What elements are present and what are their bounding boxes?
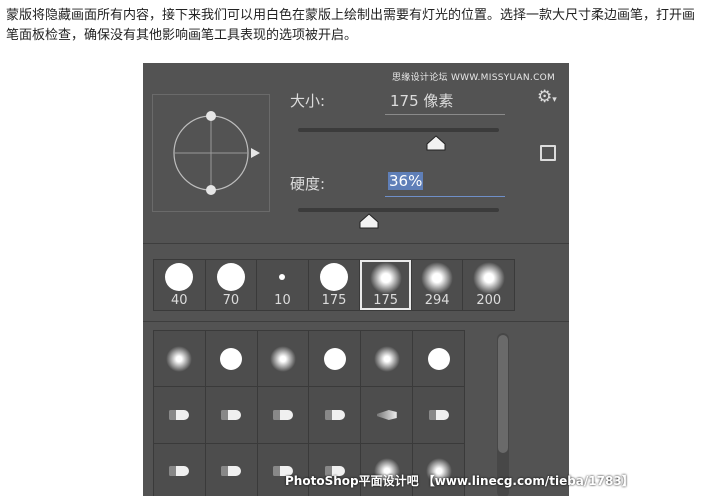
hard-brush-icon <box>427 347 450 370</box>
brush-tip-icon <box>369 262 402 294</box>
brush-library-item[interactable] <box>309 387 361 443</box>
bristle-tip-icon <box>169 466 190 477</box>
new-preset-icon[interactable] <box>540 145 556 161</box>
hardness-slider-thumb[interactable] <box>359 213 379 229</box>
brush-preset[interactable]: 200 <box>463 260 515 310</box>
brush-library-item[interactable] <box>257 331 309 387</box>
brush-library-item[interactable] <box>154 387 205 443</box>
watermark-bottom: PhotoShop平面设计吧 【www.linecg.com/tieba/178… <box>285 474 634 488</box>
brush-settings-panel: 大小: 175 像素 硬度: 36% ⚙▾ 40 70 10 175 175 294 200 <box>143 63 569 496</box>
brush-preset-size: 10 <box>274 293 291 308</box>
brush-library-item[interactable] <box>205 443 257 496</box>
bristle-tip-icon <box>169 409 190 420</box>
brush-tip-icon <box>216 263 245 291</box>
scrollbar-thumb[interactable] <box>498 335 508 453</box>
brush-preset-size: 70 <box>222 293 240 308</box>
brush-roundness-icon[interactable] <box>153 95 269 211</box>
brush-preset[interactable]: 175 <box>308 260 360 310</box>
brush-library-item[interactable] <box>205 387 257 443</box>
brush-library-item[interactable] <box>257 387 309 443</box>
brush-library-item[interactable] <box>361 331 413 387</box>
brush-library-item[interactable] <box>361 387 413 443</box>
brush-library-item[interactable] <box>309 331 361 387</box>
brush-tip-icon <box>472 262 505 294</box>
brush-tip-icon <box>279 274 286 280</box>
brush-preset-size: 175 <box>373 293 399 308</box>
hardness-value[interactable]: 36% <box>388 172 424 190</box>
hard-brush-icon <box>220 347 243 370</box>
bristle-tip-icon <box>324 409 345 420</box>
brush-preset[interactable]: 175 <box>360 260 411 310</box>
soft-brush-icon <box>270 345 297 372</box>
brush-preset-size: 294 <box>424 293 450 308</box>
size-label: 大小: <box>290 92 326 110</box>
brush-library-item[interactable] <box>154 443 205 496</box>
brush-preset-size: 175 <box>321 293 347 308</box>
brush-tip-icon <box>421 262 454 294</box>
brush-library-item[interactable] <box>154 331 205 387</box>
brush-tip-icon <box>320 263 349 291</box>
bristle-tip-icon <box>428 409 449 420</box>
bristle-tip-icon <box>273 409 294 420</box>
brush-presets-row: 40 70 10 175 175 294 200 <box>153 259 515 311</box>
hardness-slider-track[interactable] <box>298 208 499 212</box>
brush-preset[interactable]: 70 <box>205 260 257 310</box>
brush-preset[interactable]: 40 <box>154 260 205 310</box>
fan-brush-icon <box>376 409 397 420</box>
soft-brush-icon <box>166 345 193 372</box>
soft-brush-icon <box>373 345 400 372</box>
section-divider <box>143 321 569 322</box>
brush-preset-size: 40 <box>171 293 188 308</box>
brush-preset[interactable]: 10 <box>257 260 308 310</box>
hardness-underline <box>385 196 505 197</box>
gear-icon[interactable]: ⚙▾ <box>537 87 557 107</box>
watermark-top: 思缘设计论坛 WWW.MISSYUAN.COM <box>392 73 556 83</box>
brush-preset-size: 200 <box>476 293 502 308</box>
hard-brush-icon <box>323 347 346 370</box>
brush-library-item[interactable] <box>413 331 464 387</box>
brush-library-item[interactable] <box>205 331 257 387</box>
brush-library-item[interactable] <box>413 387 464 443</box>
size-value[interactable]: 175 像素 <box>390 90 453 111</box>
hardness-label: 硬度: <box>290 175 326 193</box>
brush-angle-preview[interactable] <box>152 94 270 212</box>
size-underline <box>385 114 505 115</box>
bristle-tip-icon <box>221 466 242 477</box>
size-slider-thumb[interactable] <box>426 135 446 151</box>
bristle-tip-icon <box>221 409 242 420</box>
size-slider-track[interactable] <box>298 128 499 132</box>
instruction-text: 蒙版将隐藏画面所有内容，接下来我们可以用白色在蒙版上绘制出需要有灯光的位置。选择… <box>6 8 696 43</box>
section-divider <box>143 243 569 244</box>
brush-tip-icon <box>165 263 194 291</box>
brush-preset[interactable]: 294 <box>411 260 463 310</box>
